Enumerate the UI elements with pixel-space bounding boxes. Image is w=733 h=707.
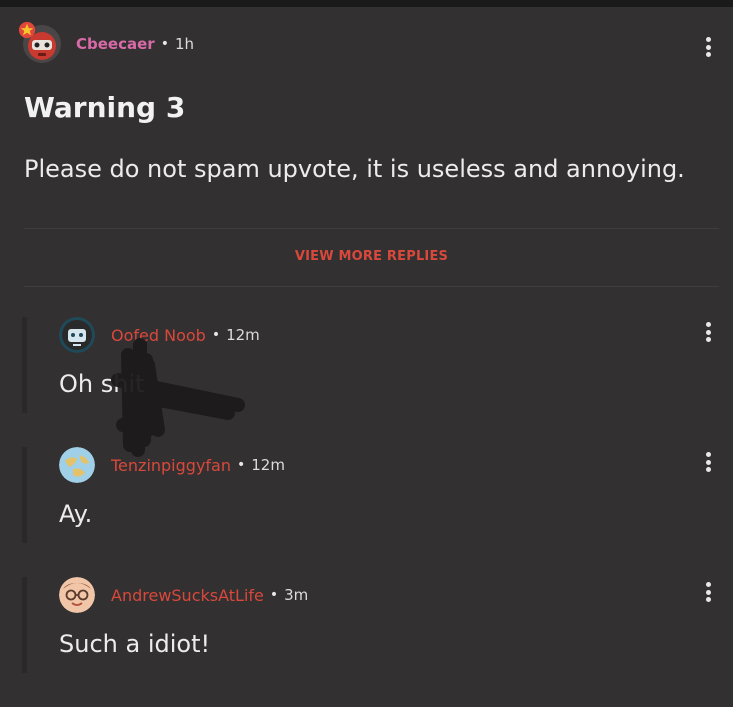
reply-item: Oofed Noob • 12m Oh shit	[0, 317, 733, 447]
separator-dot: •	[160, 36, 169, 52]
post-body: Please do not spam upvote, it is useless…	[24, 155, 685, 183]
divider	[24, 286, 719, 287]
reply-body: Oh shit	[59, 370, 145, 398]
reply-author[interactable]: AndrewSucksAtLife	[111, 586, 264, 605]
reply-time: 3m	[284, 586, 309, 604]
star-badge-icon	[18, 21, 36, 39]
reply-more-vertical-icon[interactable]	[698, 319, 718, 345]
reply-body: Such a idiot!	[59, 630, 211, 658]
reply-item: AndrewSucksAtLife • 3m Such a idiot!	[0, 577, 733, 707]
glasses-face-avatar-icon	[59, 577, 95, 613]
thread-line	[22, 577, 27, 673]
reply-author[interactable]: Oofed Noob	[111, 326, 206, 345]
view-more-replies-button[interactable]: VIEW MORE REPLIES	[24, 249, 719, 264]
reply-item: Tenzinpiggyfan • 12m Ay.	[0, 447, 733, 577]
post-header: Cbeecaer • 1h	[18, 21, 195, 65]
reply-avatar[interactable]	[59, 317, 95, 353]
post-author[interactable]: Cbeecaer	[76, 35, 155, 53]
post-title: Warning 3	[24, 91, 186, 124]
reply-avatar[interactable]	[59, 577, 95, 613]
post-time: 1h	[174, 35, 195, 53]
reply-header: Tenzinpiggyfan • 12m	[59, 447, 285, 483]
reply-header: AndrewSucksAtLife • 3m	[59, 577, 308, 613]
reply-more-vertical-icon[interactable]	[698, 449, 718, 475]
reply-avatar[interactable]	[59, 447, 95, 483]
reply-body: Ay.	[59, 500, 93, 528]
reply-time: 12m	[226, 326, 260, 344]
reply-time: 12m	[251, 456, 285, 474]
reply-author[interactable]: Tenzinpiggyfan	[111, 456, 231, 475]
thread-line	[22, 447, 27, 543]
separator-dot: •	[211, 327, 221, 343]
robot-avatar-icon	[59, 317, 95, 353]
top-bar	[0, 0, 733, 7]
globe-avatar-icon	[59, 447, 95, 483]
thread-line	[22, 317, 27, 413]
post-more-vertical-icon[interactable]	[698, 34, 718, 60]
separator-dot: •	[236, 457, 246, 473]
reply-header: Oofed Noob • 12m	[59, 317, 260, 353]
post-avatar[interactable]	[18, 21, 62, 64]
divider	[24, 228, 719, 229]
reply-more-vertical-icon[interactable]	[698, 579, 718, 605]
post-card: Cbeecaer • 1h Warning 3 Please do not sp…	[0, 7, 733, 227]
separator-dot: •	[269, 587, 279, 603]
